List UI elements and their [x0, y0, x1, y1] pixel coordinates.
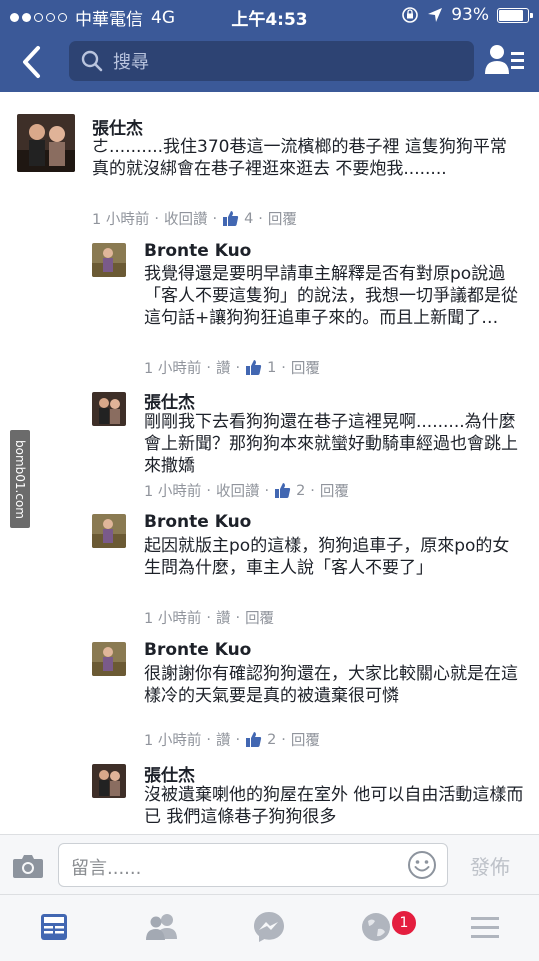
location-arrow-icon [428, 8, 443, 22]
like-count: 2 [296, 482, 306, 499]
comment-time: 1 小時前 [144, 733, 202, 749]
like-thumb-icon [246, 360, 262, 375]
orientation-lock-icon [402, 7, 419, 23]
unlike-link[interactable]: 收回讚 [164, 208, 208, 229]
post-button[interactable]: 發佈 [470, 851, 510, 880]
comment-time: 1 小時前 [144, 361, 202, 377]
friends-icon[interactable] [142, 907, 182, 947]
like-thumb-icon [246, 732, 262, 747]
nav-bar: 搜尋 [0, 36, 539, 88]
like-count: 4 [244, 210, 254, 227]
unlike-link[interactable]: 收回讚 [216, 480, 260, 501]
messenger-icon[interactable] [249, 907, 289, 947]
friend-requests-icon[interactable] [484, 42, 526, 80]
comment-input-placeholder: 留言...... [71, 858, 142, 879]
avatar[interactable] [92, 764, 126, 798]
like-thumb-icon [223, 211, 239, 226]
search-input[interactable]: 搜尋 [69, 41, 474, 81]
like-link[interactable]: 讚 [216, 607, 231, 628]
battery-icon [497, 7, 533, 23]
comment-composer: 留言...... 發佈 [0, 834, 539, 895]
like-count: 1 [267, 359, 277, 376]
comment-meta: 1 小時前 · 收回讚 · 4 · 回覆 [92, 208, 297, 229]
like-link[interactable]: 讚 [216, 357, 231, 378]
comment-author[interactable]: 張仕杰 [144, 761, 195, 786]
emoji-icon[interactable] [407, 850, 437, 880]
signal-strength-icon [10, 13, 67, 22]
comment-author[interactable]: Bronte Kuo [144, 241, 251, 261]
comment-time: 1 小時前 [144, 611, 202, 627]
comment-meta: 1 小時前 · 收回讚 · 2 · 回覆 [144, 480, 349, 501]
tab-bar: 1 [0, 894, 539, 961]
avatar[interactable] [92, 642, 126, 676]
comment-time: 1 小時前 [144, 484, 202, 500]
comment-meta: 1 小時前 · 讚 · 1 · 回覆 [144, 357, 320, 378]
avatar[interactable] [92, 243, 126, 277]
comment-text: 很謝謝你有確認狗狗還在，大家比較關心就是在這樣冷的天氣要是真的被遺棄很可憐 [144, 664, 518, 706]
search-placeholder: 搜尋 [113, 52, 149, 73]
avatar[interactable] [17, 114, 75, 172]
comment-text: 起因就版主po的這樣，狗狗追車子，原來po的女生問為什麼，車主人說「客人不要了」 [144, 536, 510, 578]
watermark: bomb01.com [10, 430, 30, 528]
comment-text: ㄜ..........我住370巷這一流檳榔的巷子裡 這隻狗狗平常真的就沒綁會在… [92, 137, 507, 179]
search-icon [81, 50, 103, 72]
camera-icon[interactable] [12, 853, 44, 879]
comment-author[interactable]: Bronte Kuo [144, 640, 251, 660]
comment-text: 我覺得還是要明早請車主解釋是否有對原po說過「客人不要這隻狗」的說法，我想一切爭… [144, 264, 518, 328]
comment-text: 沒被遺棄喇他的狗屋在室外 他可以自由活動這樣而已 我們這條巷子狗狗很多 [144, 785, 524, 827]
status-bar: 中華電信 4G 上午4:53 93% [0, 0, 539, 32]
comment-time: 1 小時前 [92, 212, 150, 228]
back-arrow-icon[interactable] [14, 42, 50, 82]
like-link[interactable]: 讚 [216, 729, 231, 750]
network-type: 4G [151, 7, 175, 28]
news-feed-icon[interactable] [34, 907, 74, 947]
notification-badge: 1 [390, 909, 418, 937]
reply-link[interactable]: 回覆 [291, 357, 320, 378]
reply-link[interactable]: 回覆 [245, 607, 274, 628]
reply-link[interactable]: 回覆 [291, 729, 320, 750]
comment-meta: 1 小時前 · 讚 · 2 · 回覆 [144, 729, 320, 750]
reply-link[interactable]: 回覆 [320, 480, 349, 501]
comment-meta: 1 小時前 · 讚 · 回覆 [144, 607, 274, 628]
comment-text: 剛剛我下去看狗狗還在巷子這裡晃啊.........為什麼會上新聞？那狗狗本來就蠻… [144, 412, 518, 476]
like-count: 2 [267, 731, 277, 748]
reply-link[interactable]: 回覆 [268, 208, 297, 229]
battery-percent: 93% [451, 5, 489, 25]
comment-feed[interactable]: 張仕杰 ㄜ..........我住370巷這一流檳榔的巷子裡 這隻狗狗平常真的就… [0, 92, 539, 834]
comment-author[interactable]: 張仕杰 [144, 388, 195, 413]
like-thumb-icon [275, 483, 291, 498]
comment-input[interactable]: 留言...... [58, 843, 448, 887]
clock: 上午4:53 [231, 10, 308, 30]
avatar[interactable] [92, 392, 126, 426]
comment-author[interactable]: Bronte Kuo [144, 512, 251, 532]
avatar[interactable] [92, 514, 126, 548]
carrier-name: 中華電信 [75, 10, 143, 30]
menu-icon[interactable] [465, 907, 505, 947]
top-bar: 中華電信 4G 上午4:53 93% 搜尋 [0, 0, 539, 92]
